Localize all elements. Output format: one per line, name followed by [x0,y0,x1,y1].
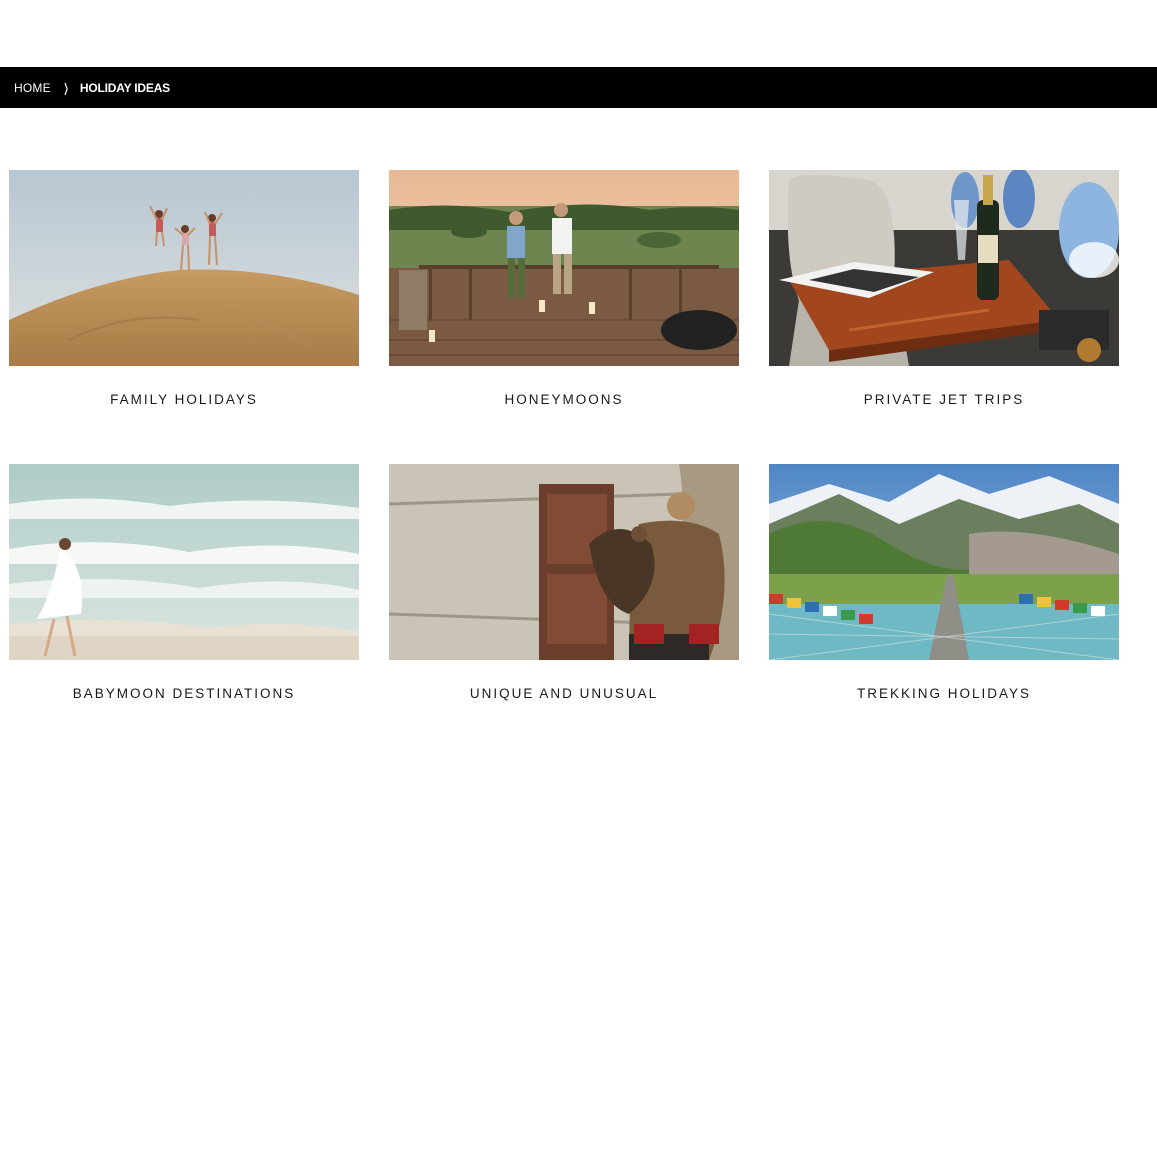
card-image-babymoon-destinations[interactable] [9,464,359,660]
breadcrumb: HOME ❭ HOLIDAY IDEAS [0,67,1157,108]
card-image-trekking-holidays[interactable] [769,464,1119,660]
card-label-honeymoons[interactable]: HONEYMOONS [389,392,739,407]
card-unique-and-unusual[interactable]: UNIQUE AND UNUSUAL [389,464,739,701]
breadcrumb-current: HOLIDAY IDEAS [79,80,170,95]
card-label-babymoon-destinations[interactable]: BABYMOON DESTINATIONS [9,686,359,701]
card-label-unique-and-unusual[interactable]: UNIQUE AND UNUSUAL [389,686,739,701]
card-label-family-holidays[interactable]: FAMILY HOLIDAYS [9,392,359,407]
card-image-private-jet-trips[interactable] [769,170,1119,366]
card-private-jet-trips[interactable]: PRIVATE JET TRIPS [769,170,1119,407]
card-label-trekking-holidays[interactable]: TREKKING HOLIDAYS [769,686,1119,701]
card-family-holidays[interactable]: FAMILY HOLIDAYS [9,170,359,407]
breadcrumb-separator-icon: ❭ [62,80,70,95]
card-honeymoons[interactable]: HONEYMOONS [389,170,739,407]
card-trekking-holidays[interactable]: TREKKING HOLIDAYS [769,464,1119,701]
card-image-honeymoons[interactable] [389,170,739,366]
breadcrumb-home-link[interactable]: HOME [14,81,51,95]
card-babymoon-destinations[interactable]: BABYMOON DESTINATIONS [9,464,359,701]
card-label-private-jet-trips[interactable]: PRIVATE JET TRIPS [769,392,1119,407]
page: HOME ❭ HOLIDAY IDEAS FAMILY HOLIDAYS HON… [0,0,1157,1157]
card-image-family-holidays[interactable] [9,170,359,366]
card-image-unique-and-unusual[interactable] [389,464,739,660]
